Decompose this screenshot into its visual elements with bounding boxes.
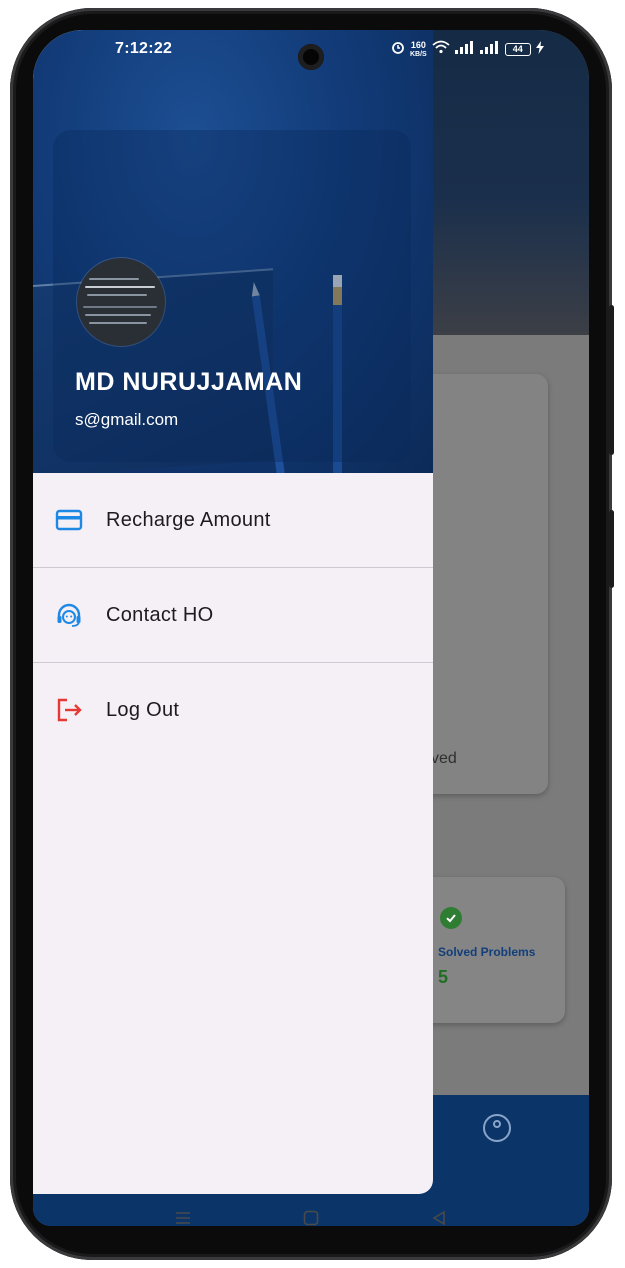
home-icon[interactable]: [303, 1210, 319, 1231]
credit-card-icon: [55, 506, 83, 534]
menu-item-label: Contact HO: [106, 603, 214, 626]
menu-item-label: Recharge Amount: [106, 508, 271, 531]
system-navigation-bar: [33, 1202, 589, 1242]
solved-problems-label: Solved Problems: [438, 945, 536, 959]
logout-icon: [55, 696, 83, 724]
network-speed-value: 160: [410, 39, 426, 50]
solved-problems-value: 5: [438, 967, 449, 987]
drawer-menu: Recharge Amount Contact HO Log Out: [33, 473, 433, 757]
background-card[interactable]: [413, 374, 548, 794]
support-agent-icon: [55, 601, 83, 629]
check-circle-icon: [440, 907, 462, 929]
profile-icon[interactable]: [483, 1114, 511, 1142]
status-icons: 160 KB/S 44: [391, 40, 544, 59]
back-icon[interactable]: [431, 1210, 447, 1231]
navigation-drawer: MD NURUJJAMAN s@gmail.com Recharge Amoun…: [33, 30, 433, 1194]
menu-item-label: Log Out: [106, 698, 180, 721]
menu-item-contact-ho[interactable]: Contact HO: [33, 568, 433, 662]
avatar[interactable]: [77, 258, 165, 346]
menu-item-recharge-amount[interactable]: Recharge Amount: [33, 473, 433, 567]
background-card-text: ved: [431, 750, 457, 767]
battery-icon: 44: [504, 43, 531, 56]
user-email: s@gmail.com: [75, 410, 179, 429]
menu-item-log-out[interactable]: Log Out: [33, 663, 433, 757]
charging-icon: [535, 40, 544, 59]
screen: ved Solved Problems 5 MD NURUJJAMAN s@gm…: [33, 30, 589, 1226]
front-camera: [298, 44, 324, 70]
network-speed-unit: KB/S: [410, 50, 427, 58]
drawer-header: MD NURUJJAMAN s@gmail.com: [33, 30, 433, 473]
alarm-icon: [391, 40, 405, 59]
signal-icon: [454, 40, 475, 59]
status-time: 7:12:22: [115, 40, 173, 57]
user-name: MD NURUJJAMAN: [75, 368, 303, 396]
power-button: [609, 510, 614, 588]
wifi-icon: [432, 40, 450, 59]
recent-apps-icon[interactable]: [175, 1210, 191, 1231]
signal-icon: [479, 40, 500, 59]
volume-button: [609, 305, 614, 455]
network-speed: 160 KB/S: [410, 39, 427, 59]
